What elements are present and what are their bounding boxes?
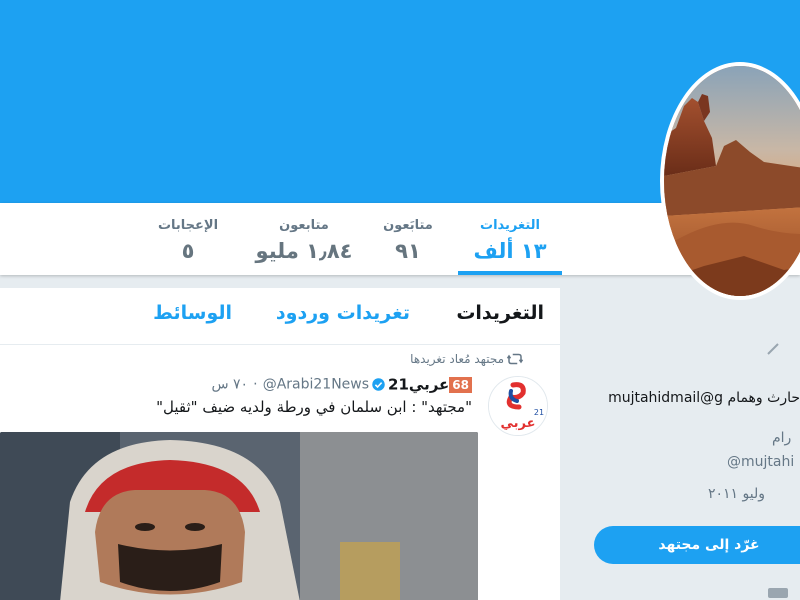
tweet-to-button[interactable]: غرّد إلى مجتهد bbox=[594, 526, 800, 564]
stat-likes-value: ٥ bbox=[181, 239, 195, 263]
timeline-tabs: التغريدات تغريدات وردود الوسائط bbox=[0, 288, 560, 345]
retweet-icon bbox=[506, 353, 524, 365]
partial-icon-bottom bbox=[768, 588, 788, 598]
stat-likes-label: الإعجابات bbox=[157, 218, 219, 233]
stat-tweets-value: ١٣ ألف bbox=[473, 239, 547, 263]
stat-following-value: ٩١ bbox=[395, 239, 421, 263]
portrait-photo bbox=[0, 432, 478, 600]
avatar-brand-text: عربي bbox=[500, 416, 535, 431]
stat-followers-value: ١٫٨٤ مليو bbox=[255, 239, 353, 263]
avatar-brand-number: 21 bbox=[534, 408, 544, 417]
profile-bio: mujtahidmail@g حارث وهمام bbox=[608, 390, 800, 406]
profile-sidebar: mujtahidmail@g حارث وهمام رام @mujtahi و… bbox=[562, 300, 800, 600]
tab-media[interactable]: الوسائط bbox=[153, 302, 232, 324]
name-badge: 68 bbox=[449, 376, 472, 393]
tweet-media-image[interactable] bbox=[0, 432, 478, 600]
timeline-panel: التغريدات تغريدات وردود الوسائط مجتهد مُ… bbox=[0, 288, 560, 600]
tweet-text: "مجتهد" : ابن سلمان في ورطة ولديه ضيف "ث… bbox=[156, 398, 472, 416]
stat-following[interactable]: متابَعون ٩١ bbox=[368, 217, 448, 265]
tweet-header: 68عربي21 @Arabi21News · ٧٠ س bbox=[211, 374, 472, 396]
stat-tweets-label: التغريدات bbox=[480, 218, 540, 233]
stat-followers[interactable]: متابعون ١٫٨٤ مليو bbox=[248, 217, 360, 265]
stat-followers-label: متابعون bbox=[279, 218, 329, 233]
stat-tweets[interactable]: التغريدات ١٣ ألف bbox=[458, 217, 562, 275]
desert-landscape-image bbox=[664, 66, 800, 296]
tweet-author-avatar[interactable]: عربي 21 bbox=[488, 376, 548, 436]
profile-url[interactable]: @mujtahi bbox=[727, 454, 794, 470]
arabi21-logo-icon: عربي 21 bbox=[489, 377, 547, 435]
tab-tweets-and-replies[interactable]: تغريدات وردود bbox=[276, 302, 410, 324]
profile-joined-date: وليو ٢٠١١ bbox=[708, 486, 766, 502]
tweet-author-name[interactable]: عربي21 bbox=[388, 376, 449, 394]
tab-tweets[interactable]: التغريدات bbox=[456, 302, 544, 324]
profile-location: رام bbox=[772, 430, 792, 446]
stat-following-label: متابَعون bbox=[383, 218, 433, 233]
stat-likes[interactable]: الإعجابات ٥ bbox=[146, 217, 230, 265]
partial-icon bbox=[767, 343, 779, 355]
active-stat-underline bbox=[458, 271, 562, 275]
tweet-author-handle[interactable]: @Arabi21News bbox=[263, 377, 369, 393]
tweet-item[interactable]: مجتهد مُعاد تغريدها عربي 21 68عربي21@Ara… bbox=[0, 344, 560, 600]
verified-badge-icon bbox=[372, 378, 385, 391]
tweet-separator: · bbox=[253, 376, 258, 393]
tweet-timestamp[interactable]: ٧٠ س bbox=[211, 377, 248, 393]
retweet-context[interactable]: مجتهد مُعاد تغريدها bbox=[410, 352, 504, 366]
